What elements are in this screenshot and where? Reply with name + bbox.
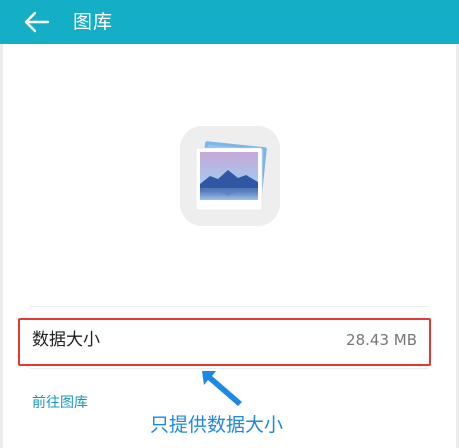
annotation-caption: 只提供数据大小 (150, 414, 284, 436)
gallery-photo-icon (195, 141, 267, 211)
goto-gallery-link[interactable]: 前往图库 (32, 393, 88, 413)
frame-edge-left (0, 44, 3, 448)
data-size-value: 28.43 MB (346, 331, 417, 349)
data-size-label: 数据大小 (32, 330, 100, 350)
annotation-arrow (198, 368, 248, 408)
data-size-row: 数据大小 28.43 MB (18, 318, 431, 364)
divider-top (30, 306, 428, 307)
back-button[interactable] (20, 6, 52, 38)
arrow-left-icon (24, 11, 50, 33)
gallery-app-icon (180, 126, 280, 226)
app-bar: 图库 (0, 0, 459, 44)
page-title: 图库 (73, 11, 114, 33)
annotation-arrow-icon (202, 371, 242, 406)
